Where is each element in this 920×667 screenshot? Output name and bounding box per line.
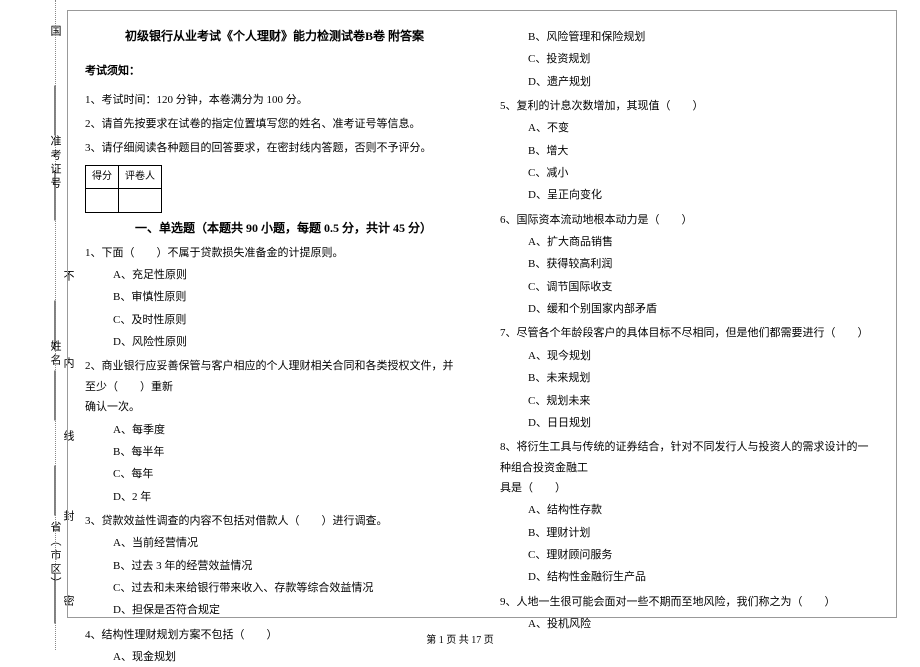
- option: C、投资规划: [528, 49, 879, 69]
- score-cell-empty: [119, 189, 162, 213]
- exam-content: 初级银行从业考试《个人理财》能力检测试卷B卷 附答案 考试须知： 1、考试时间：…: [67, 10, 897, 618]
- option: A、结构性存款: [528, 500, 879, 520]
- question-7: 7、尽管各个年龄段客户的具体目标不尽相同，但是他们都需要进行（ ）: [500, 323, 879, 343]
- score-table: 得分 评卷人: [85, 165, 162, 213]
- option: B、过去 3 年的经营效益情况: [113, 556, 464, 576]
- question-6: 6、国际资本流动地根本动力是（ ）: [500, 210, 879, 230]
- section-one-heading: 一、单选题（本题共 90 小题，每题 0.5 分，共计 45 分）: [135, 217, 464, 239]
- question-1: 1、下面（ ）不属于贷款损失准备金的计提原则。: [85, 243, 464, 263]
- option: B、风险管理和保险规划: [528, 27, 879, 47]
- question-2-line2: 确认一次。: [85, 397, 464, 417]
- option: D、2 年: [113, 487, 464, 507]
- notice-item: 1、考试时间：120 分钟，本卷满分为 100 分。: [85, 90, 464, 110]
- option: B、每半年: [113, 442, 464, 462]
- option: C、理财顾问服务: [528, 545, 879, 565]
- option: B、增大: [528, 141, 879, 161]
- score-header-score: 得分: [86, 165, 119, 189]
- notice-item: 3、请仔细阅读各种题目的回答要求，在密封线内答题，否则不予评分。: [85, 138, 464, 158]
- score-header-marker: 评卷人: [119, 165, 162, 189]
- option: B、未来规划: [528, 368, 879, 388]
- binding-margin-labels: 国 准考证号 不 姓名 内 线 省（市区） 封 密: [20, 0, 65, 650]
- option: D、结构性金融衍生产品: [528, 567, 879, 587]
- option: A、不变: [528, 118, 879, 138]
- exam-title: 初级银行从业考试《个人理财》能力检测试卷B卷 附答案: [85, 25, 464, 47]
- option: A、当前经营情况: [113, 533, 464, 553]
- left-column: 初级银行从业考试《个人理财》能力检测试卷B卷 附答案 考试须知： 1、考试时间：…: [67, 10, 482, 618]
- option: B、获得较高利润: [528, 254, 879, 274]
- notice-heading: 考试须知：: [85, 61, 464, 81]
- option: D、遗产规划: [528, 72, 879, 92]
- option: C、每年: [113, 464, 464, 484]
- option: C、减小: [528, 163, 879, 183]
- option: B、理财计划: [528, 523, 879, 543]
- notice-item: 2、请首先按要求在试卷的指定位置填写您的姓名、准考证号等信息。: [85, 114, 464, 134]
- option: D、呈正向变化: [528, 185, 879, 205]
- question-2-line1: 2、商业银行应妥善保管与客户相应的个人理财相关合同和各类授权文件，并至少（ ）重…: [85, 356, 464, 397]
- question-8-line1: 8、将衍生工具与传统的证券结合，针对不同发行人与投资人的需求设计的一种组合投资金…: [500, 437, 879, 478]
- option: C、调节国际收支: [528, 277, 879, 297]
- option: D、风险性原则: [113, 332, 464, 352]
- option: D、担保是否符合规定: [113, 600, 464, 620]
- question-9: 9、人地一生很可能会面对一些不期而至地风险，我们称之为（ ）: [500, 592, 879, 612]
- option: A、充足性原则: [113, 265, 464, 285]
- option: A、扩大商品销售: [528, 232, 879, 252]
- option: B、审慎性原则: [113, 287, 464, 307]
- option: A、每季度: [113, 420, 464, 440]
- option: C、及时性原则: [113, 310, 464, 330]
- option: C、过去和未来给银行带来收入、存款等综合效益情况: [113, 578, 464, 598]
- question-8-line2: 具是（ ）: [500, 478, 879, 498]
- question-5: 5、复利的计息次数增加，其现值（ ）: [500, 96, 879, 116]
- binding-dotted-line: [55, 0, 56, 650]
- option: D、日日规划: [528, 413, 879, 433]
- score-cell-empty: [86, 189, 119, 213]
- option: D、缓和个别国家内部矛盾: [528, 299, 879, 319]
- option: C、规划未来: [528, 391, 879, 411]
- right-column: B、风险管理和保险规划 C、投资规划 D、遗产规划 5、复利的计息次数增加，其现…: [482, 10, 897, 618]
- page-number: 第 1 页 共 17 页: [0, 631, 920, 646]
- question-3: 3、贷款效益性调查的内容不包括对借款人（ ）进行调查。: [85, 511, 464, 531]
- option: A、现今规划: [528, 346, 879, 366]
